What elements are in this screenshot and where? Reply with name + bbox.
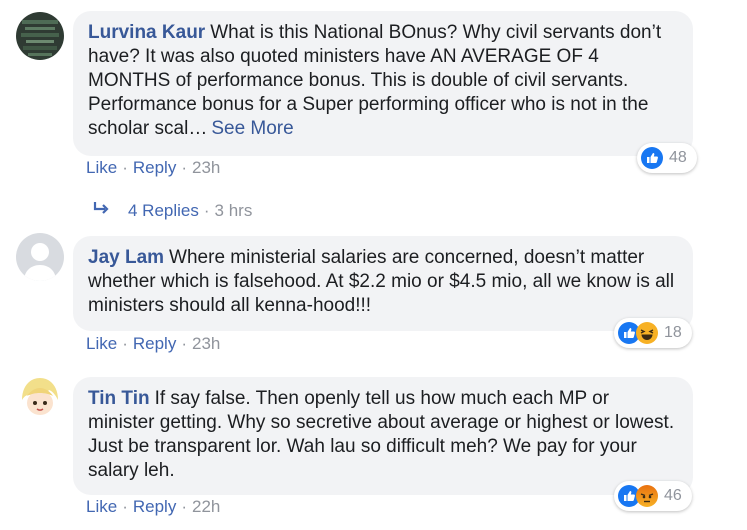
comment-author[interactable]: Tin Tin bbox=[88, 388, 150, 409]
comment-time[interactable]: 22h bbox=[192, 497, 220, 516]
avatar[interactable] bbox=[16, 12, 64, 60]
avatar[interactable] bbox=[16, 374, 64, 422]
comment-bubble: Jay Lam Where ministerial salaries are co… bbox=[73, 236, 693, 331]
replies-time: 3 hrs bbox=[214, 200, 253, 220]
comment-bubble: Tin Tin If say false. Then openly tell us… bbox=[73, 377, 693, 495]
separator-dot: · bbox=[203, 200, 210, 220]
like-icon bbox=[641, 147, 663, 169]
comment-time[interactable]: 23h bbox=[192, 334, 220, 353]
replies-count-link[interactable]: 4 Replies bbox=[128, 201, 199, 221]
comment-text: If say false. Then openly tell us how mu… bbox=[88, 388, 675, 481]
like-link[interactable]: Like bbox=[86, 497, 117, 516]
separator-dot: · bbox=[122, 497, 128, 516]
separator-dot: · bbox=[181, 497, 187, 516]
reaction-count: 48 bbox=[669, 149, 687, 166]
reply-link[interactable]: Reply bbox=[133, 158, 176, 177]
separator-dot: · bbox=[122, 158, 128, 177]
comment-actions: Like · Reply · 23h bbox=[86, 158, 220, 178]
reply-link[interactable]: Reply bbox=[133, 497, 176, 516]
haha-icon bbox=[636, 322, 658, 344]
view-replies[interactable]: 4 Replies · 3 hrs bbox=[92, 200, 252, 221]
like-link[interactable]: Like bbox=[86, 158, 117, 177]
reply-link[interactable]: Reply bbox=[133, 334, 176, 353]
comment-text: Where ministerial salaries are concerned… bbox=[88, 247, 675, 316]
comment-author[interactable]: Jay Lam bbox=[88, 247, 164, 268]
reaction-count: 46 bbox=[664, 487, 682, 504]
see-more-link[interactable]: See More bbox=[211, 118, 293, 139]
separator-dot: · bbox=[181, 158, 187, 177]
comment-author[interactable]: Lurvina Kaur bbox=[88, 22, 205, 43]
angry-icon bbox=[636, 485, 658, 507]
reaction-count: 18 bbox=[664, 324, 682, 341]
avatar[interactable] bbox=[16, 233, 64, 281]
reaction-summary[interactable]: 48 bbox=[637, 143, 697, 173]
comment-bubble: Lurvina Kaur What is this National BOnus?… bbox=[73, 11, 693, 156]
reaction-summary[interactable]: 18 bbox=[614, 318, 692, 348]
comment-time[interactable]: 23h bbox=[192, 158, 220, 177]
comment-actions: Like · Reply · 23h bbox=[86, 334, 220, 354]
like-link[interactable]: Like bbox=[86, 334, 117, 353]
separator-dot: · bbox=[122, 334, 128, 353]
reply-arrow-icon bbox=[92, 200, 112, 221]
reaction-summary[interactable]: 46 bbox=[614, 481, 692, 511]
comment-actions: Like · Reply · 22h bbox=[86, 497, 220, 517]
separator-dot: · bbox=[181, 334, 187, 353]
